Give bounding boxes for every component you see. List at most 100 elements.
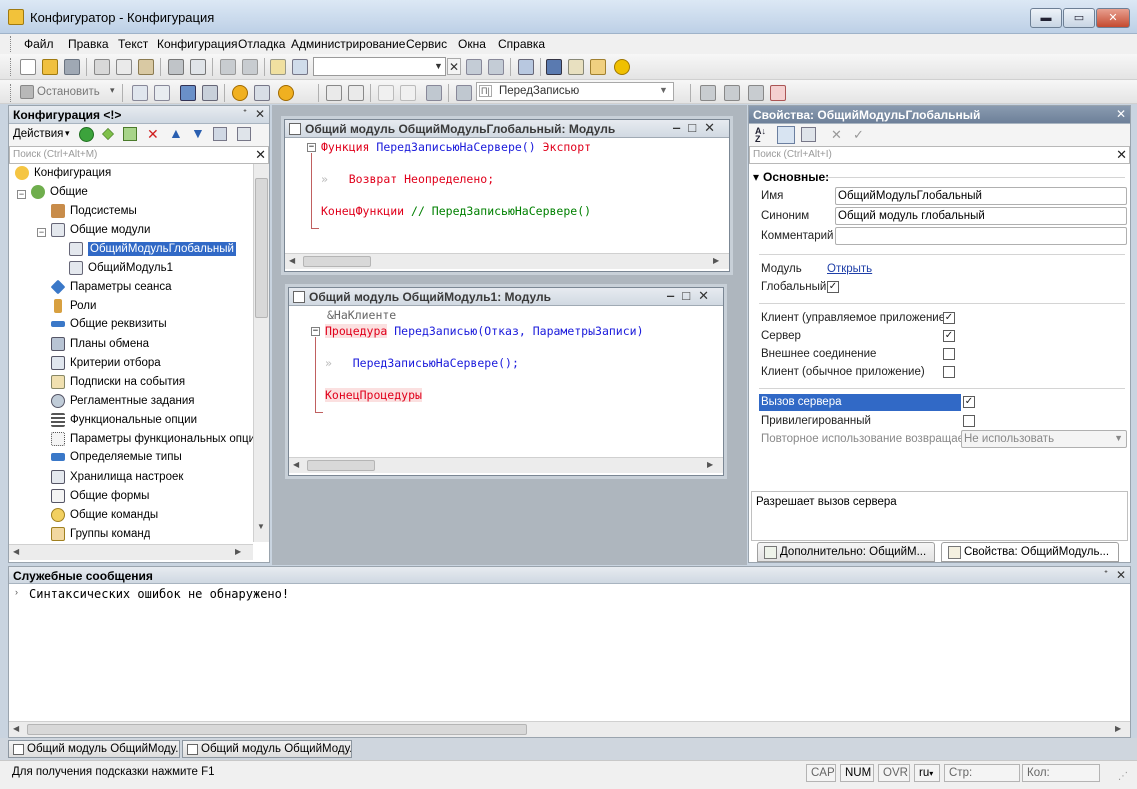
redo-icon[interactable] xyxy=(242,59,258,75)
code-editor[interactable]: − Функция ПередЗаписьюНаСервере() Экспор… xyxy=(285,138,729,252)
tree-item-filter-criteria[interactable]: Критерии отбора xyxy=(51,356,161,375)
stop-icon[interactable] xyxy=(20,85,34,99)
open-folder-icon[interactable] xyxy=(42,59,58,75)
delete-icon[interactable]: ✕ xyxy=(147,126,159,143)
breakpoint-list-icon[interactable] xyxy=(748,85,764,101)
cancel-icon[interactable]: ✕ xyxy=(831,127,842,143)
search-combo[interactable] xyxy=(313,57,446,76)
tree-item-command-groups[interactable]: Группы команд xyxy=(51,527,150,541)
maximize-button[interactable]: ▭ xyxy=(1063,8,1095,28)
menu-service[interactable]: Сервис xyxy=(406,37,447,51)
tree-item-common-commands[interactable]: Общие команды xyxy=(51,508,158,527)
config-window-icon[interactable] xyxy=(202,85,218,101)
clear-search-icon[interactable]: ✕ xyxy=(1116,147,1127,163)
tree-item-scheduled-jobs[interactable]: Регламентные задания xyxy=(51,394,195,413)
tab-additional[interactable]: Дополнительно: ОбщийМ... xyxy=(757,542,935,562)
tree-vertical-scrollbar[interactable]: ▼ xyxy=(253,164,269,542)
help-book-icon[interactable] xyxy=(590,59,606,75)
fold-toggle-icon[interactable]: − xyxy=(311,327,320,336)
clear-search-icon[interactable]: ✕ xyxy=(255,147,266,163)
synonym-field[interactable]: Общий модуль глобальный xyxy=(835,207,1127,225)
info-icon[interactable] xyxy=(614,59,630,75)
scroll-left-icon[interactable]: ◀ xyxy=(289,256,295,265)
copy-icon[interactable] xyxy=(116,59,132,75)
window-tab-global-module[interactable]: Общий модуль ОбщийМоду... xyxy=(8,740,180,758)
copy-item-icon[interactable] xyxy=(123,127,137,141)
tree-item-configuration[interactable]: Конфигурация xyxy=(15,166,111,185)
scroll-right-icon[interactable]: ▶ xyxy=(235,547,241,556)
list-icon[interactable] xyxy=(154,85,170,101)
minimize-button[interactable]: ▬ xyxy=(1030,8,1062,28)
delete-breakpoints-icon[interactable] xyxy=(770,85,786,101)
add-icon[interactable] xyxy=(79,127,94,142)
comment-field[interactable] xyxy=(835,227,1127,245)
global-checkbox[interactable]: ✓ xyxy=(827,281,839,293)
tree-item-subsystems[interactable]: Подсистемы xyxy=(51,204,137,223)
scroll-left-icon[interactable]: ◀ xyxy=(293,460,299,469)
code-horizontal-scrollbar[interactable]: ◀ ▶ xyxy=(289,457,723,473)
tree-search-input[interactable]: Поиск (Ctrl+Alt+M) ✕ xyxy=(9,146,269,164)
windows-icon[interactable] xyxy=(518,59,534,75)
find-next-icon[interactable] xyxy=(466,59,482,75)
find-in-files-icon[interactable] xyxy=(270,59,286,75)
tree-item-functional-params[interactable]: Параметры функциональных опций xyxy=(51,432,261,451)
breakpoint-icon[interactable] xyxy=(700,85,716,101)
reuse-select[interactable]: Не использовать ▼ xyxy=(961,430,1127,448)
tree-item-functional-options[interactable]: Функциональные опции xyxy=(51,413,197,432)
tree-item-module1[interactable]: ОбщийМодуль1 xyxy=(69,261,173,280)
paste-icon[interactable] xyxy=(138,59,154,75)
server-checkbox[interactable]: ✓ xyxy=(943,330,955,342)
stop-dropdown-icon[interactable]: ▾ xyxy=(110,85,115,96)
name-field[interactable]: ОбщийМодульГлобальный xyxy=(835,187,1127,205)
find-previous-icon[interactable] xyxy=(488,59,504,75)
stop-button[interactable]: Остановить xyxy=(37,86,100,98)
update-db-icon[interactable] xyxy=(180,85,196,101)
tree-collapse-icon[interactable]: − xyxy=(17,190,26,199)
print-preview-icon[interactable] xyxy=(190,59,206,75)
scrollbar-thumb[interactable] xyxy=(255,178,268,318)
code-editor[interactable]: &НаКлиенте − Процедура ПередЗаписью(Отка… xyxy=(289,306,723,456)
scroll-right-icon[interactable]: ▶ xyxy=(1115,724,1121,733)
start-debug-icon[interactable] xyxy=(232,85,248,101)
pin-icon[interactable]: ᐩ xyxy=(1104,569,1108,580)
run-enterprise-icon[interactable] xyxy=(278,85,294,101)
external-connection-checkbox[interactable] xyxy=(943,348,955,360)
menu-file[interactable]: Файл xyxy=(24,37,54,51)
resize-grip-icon[interactable]: ⋰ xyxy=(1118,771,1128,782)
chevron-down-icon[interactable]: ▼ xyxy=(659,85,668,95)
scroll-right-icon[interactable]: ▶ xyxy=(713,256,719,265)
server-call-checkbox[interactable]: ✓ xyxy=(963,396,975,408)
scroll-right-icon[interactable]: ▶ xyxy=(707,460,713,469)
close-window-button[interactable]: ✕ xyxy=(1096,8,1130,28)
properties-search-input[interactable]: Поиск (Ctrl+Alt+I) ✕ xyxy=(749,146,1130,164)
scroll-down-icon[interactable]: ▼ xyxy=(257,522,265,531)
code-window-global-module[interactable]: Общий модуль ОбщийМодульГлобальный: Моду… xyxy=(284,119,730,272)
language-indicator[interactable]: ru▾ xyxy=(914,764,940,782)
window-tab-module1[interactable]: Общий модуль ОбщийМоду... xyxy=(182,740,352,758)
procedure-icon[interactable] xyxy=(456,85,472,101)
filter-icon[interactable] xyxy=(237,127,251,141)
tree-item-common-forms[interactable]: Общие формы xyxy=(51,489,149,508)
tree-item-defined-types[interactable]: Определяемые типы xyxy=(51,451,182,470)
search-combo-dropdown-icon[interactable]: ▼ xyxy=(432,58,445,75)
tree-item-settings-storage[interactable]: Хранилища настроек xyxy=(51,470,183,489)
menu-help[interactable]: Справка xyxy=(498,37,545,51)
group-categories-icon[interactable] xyxy=(777,126,795,144)
scrollbar-thumb[interactable] xyxy=(303,256,371,267)
tree-horizontal-scrollbar[interactable]: ◀ ▶ xyxy=(9,544,253,560)
menu-administration[interactable]: Администрирование xyxy=(291,37,405,51)
menu-windows[interactable]: Окна xyxy=(458,37,486,51)
open-module-link[interactable]: Открыть xyxy=(827,263,872,275)
client-ordinary-checkbox[interactable] xyxy=(943,366,955,378)
actions-menu-button[interactable]: Действия xyxy=(13,128,63,140)
scroll-left-icon[interactable]: ◀ xyxy=(13,724,19,733)
save-icon[interactable] xyxy=(64,59,80,75)
client-managed-checkbox[interactable]: ✓ xyxy=(943,312,955,324)
bookmark-icon[interactable] xyxy=(426,85,442,101)
sort-alpha-icon[interactable]: A↓ Z xyxy=(755,127,766,144)
help-search-icon[interactable] xyxy=(568,59,584,75)
messages-horizontal-scrollbar[interactable]: ◀ ▶ xyxy=(9,721,1130,737)
panel-close-icon[interactable]: ✕ xyxy=(255,107,265,121)
tree-item-session-params[interactable]: Параметры сеанса xyxy=(50,279,172,299)
clear-search-icon[interactable]: ✕ xyxy=(447,58,461,75)
